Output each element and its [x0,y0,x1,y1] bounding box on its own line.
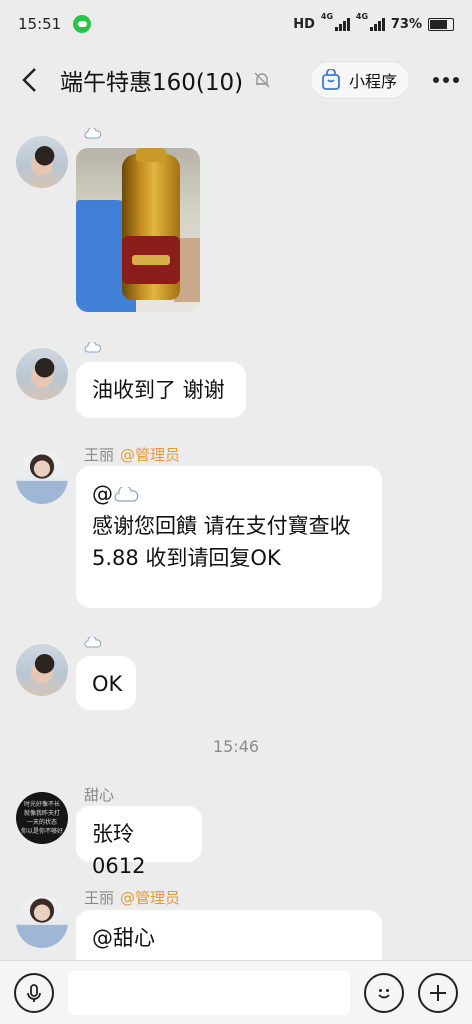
bell-off-icon [254,72,270,88]
sender-name: 王丽 @管理员 [84,446,181,464]
status-bar: 15:51 HD 4G 4G 73% [0,0,472,48]
wechat-notification-icon [73,15,92,33]
chat-input-bar [0,960,472,1024]
smiley-icon [378,988,390,998]
more-dots-icon [433,77,439,83]
battery-percent: 73% [390,16,422,32]
chat-title: 端午特惠160(10) [60,70,244,96]
cloud-nickname-icon [114,485,139,502]
message-line: 5.88 收到请回复OK [92,546,281,570]
shopping-bag-icon [322,69,340,90]
chevron-left-icon [22,68,36,92]
hd-indicator: HD [293,16,315,32]
status-time: 15:51 [18,15,62,33]
signal-icon: 4G [356,12,385,31]
chat-header: 端午特惠160(10) 小程序 [0,48,472,112]
time-separator: 15:46 [212,737,260,756]
oil-bottle-photo[interactable] [76,148,200,312]
message-line: 感谢您回饋 请在支付寶查收 [92,514,351,538]
voice-button[interactable] [14,972,54,1013]
sender-name: 甜心 [84,786,115,804]
mention-prefix: @ [92,482,113,506]
avatar[interactable] [16,644,68,696]
avatar[interactable] [16,348,68,400]
avatar[interactable]: 时光好像不长 就像我昨天打 一天的状态 你以是你不够好 [16,792,68,844]
plus-icon [430,984,446,1001]
message-bubble[interactable]: @ 感谢您回饋 请在支付寶查收 5.88 收到请回复OK [76,466,382,608]
mini-program-button[interactable]: 小程序 [309,61,410,99]
cloud-nickname-icon [84,128,102,139]
avatar[interactable] [16,896,68,948]
signal-icon: 4G [321,12,350,31]
cloud-nickname-icon [84,637,102,648]
back-button[interactable] [0,48,60,112]
cloud-nickname-icon [84,342,102,353]
more-functions-button[interactable] [418,972,458,1013]
more-button[interactable] [420,60,472,100]
message-bubble[interactable]: OK [76,656,136,710]
message-bubble[interactable]: 油收到了 谢谢 [76,362,246,418]
message-input[interactable] [68,970,350,1015]
avatar[interactable] [16,452,68,504]
battery-icon [428,17,454,31]
sender-name: 王丽 @管理员 [84,889,181,907]
message-bubble[interactable]: @甜心 [76,910,382,960]
admin-role-tag: @管理员 [120,446,181,464]
emoji-button[interactable] [364,972,404,1013]
avatar[interactable] [16,136,68,188]
mini-program-label: 小程序 [348,72,397,91]
microphone-icon [27,983,41,1002]
admin-role-tag: @管理员 [120,889,181,907]
message-bubble[interactable]: 张玲0612 [76,806,202,878]
